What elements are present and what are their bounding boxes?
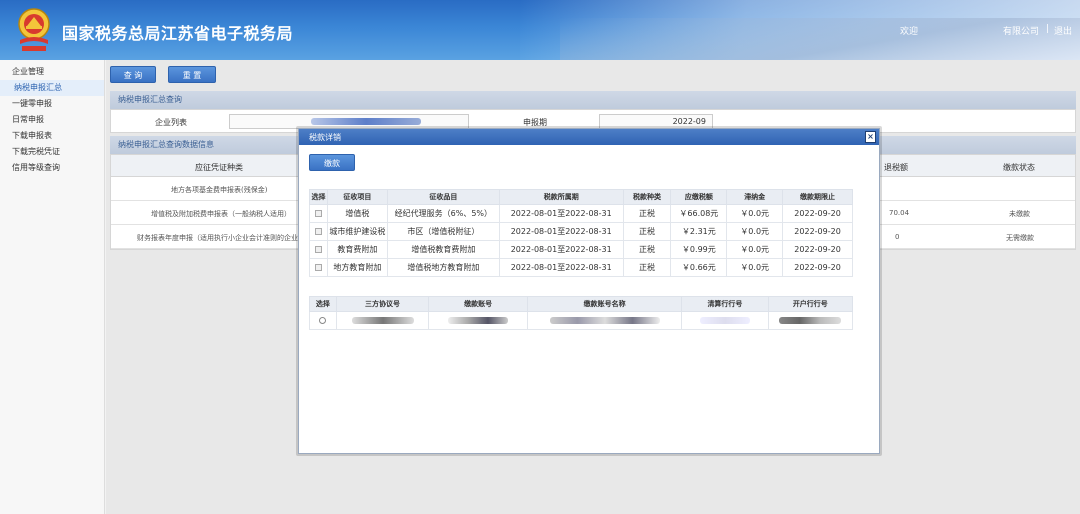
col-account-no: 缴款账号 xyxy=(428,296,528,312)
cell-late-fee: ￥0.0元 xyxy=(726,240,784,259)
status-badge: 无需缴款 xyxy=(1006,234,1034,242)
redacted-value xyxy=(779,317,842,324)
cell-sub-item: 增值税教育费附加 xyxy=(386,240,500,259)
cell-period: 2022-08-01至2022-08-31 xyxy=(498,240,624,259)
cell-deadline: 2022-09-20 xyxy=(782,258,853,277)
col-period: 税款所属期 xyxy=(498,189,624,205)
cell-item: 城市维护建设税 xyxy=(326,222,388,241)
enterprise-label: 企业列表 xyxy=(155,118,187,127)
account-table: 选择 三方协议号 缴款账号 缴款账号名称 清算行行号 开户行行号 xyxy=(309,296,854,330)
table-row[interactable]: 增值税 经纪代理服务（6%、5%） 2022-08-01至2022-08-31 … xyxy=(309,204,853,223)
redacted-value xyxy=(549,317,660,324)
site-title: 国家税务总局江苏省电子税务局 xyxy=(62,24,294,43)
tax-detail-modal: 税款详销 × 缴款 选择 征收项目 征收品目 税款所属期 税款种类 应缴税额 滞… xyxy=(298,128,880,454)
cell-amount: ￥2.31元 xyxy=(670,222,728,241)
cell-item: 地方教育附加 xyxy=(326,258,388,277)
cell-amount: ￥0.99元 xyxy=(670,240,728,259)
tax-emblem-icon xyxy=(18,8,50,51)
cell-amount: ￥0.66元 xyxy=(670,258,728,277)
sidebar-item-download-forms[interactable]: 下载申报表 xyxy=(0,128,104,144)
col-deadline: 缴款期限止 xyxy=(782,189,853,205)
status-badge: 未缴款 xyxy=(1009,210,1030,218)
col-clearing-bank: 清算行行号 xyxy=(681,296,769,312)
redacted-value xyxy=(351,317,414,324)
cell-kind: 正税 xyxy=(622,204,672,223)
table-row[interactable]: 城市维护建设税 市区（增值税附征） 2022-08-01至2022-08-31 … xyxy=(309,222,853,241)
row-checkbox[interactable] xyxy=(314,264,322,271)
sidebar-item-credit-rating[interactable]: 信用等级查询 xyxy=(0,160,104,176)
cell-amount: ￥66.08元 xyxy=(670,204,728,223)
col-agreement-no: 三方协议号 xyxy=(335,296,430,312)
modal-header: 税款详销 × xyxy=(299,129,879,145)
modal-title: 税款详销 xyxy=(309,133,341,142)
tax-table: 选择 征收项目 征收品目 税款所属期 税款种类 应缴税额 滞纳金 缴款期限止 增… xyxy=(309,189,853,277)
company-name: 有限公司 xyxy=(1003,27,1040,37)
col-late-fee: 滞纳金 xyxy=(726,189,784,205)
cell-sub-item: 市区（增值税附征） xyxy=(386,222,500,241)
col-kind: 税款种类 xyxy=(622,189,672,205)
logout-link[interactable]: 退出 xyxy=(1054,24,1072,37)
redacted-value xyxy=(448,317,509,324)
row-checkbox[interactable] xyxy=(314,228,322,235)
col-select: 选择 xyxy=(309,189,328,205)
col-account-name: 缴款账号名称 xyxy=(526,296,683,312)
sidebar-item-enterprise-management[interactable]: 企业管理 xyxy=(0,64,104,80)
col-amount: 应缴税额 xyxy=(670,189,728,205)
cell-item: 增值税 xyxy=(326,204,388,223)
row-refund: 70.04 xyxy=(889,209,910,217)
col-item: 征收项目 xyxy=(326,189,388,205)
sidebar-item-daily-declaration[interactable]: 日常申报 xyxy=(0,112,104,128)
sidebar-item-one-click-zero[interactable]: 一键零申报 xyxy=(0,96,104,112)
redacted-value xyxy=(699,317,750,324)
col-voucher-type: 应征凭证种类 xyxy=(195,163,243,172)
cell-deadline: 2022-09-20 xyxy=(782,204,853,223)
reset-button[interactable]: 重 置 xyxy=(168,66,216,83)
col-status: 缴款状态 xyxy=(1003,163,1035,172)
cell-item: 教育费附加 xyxy=(326,240,388,259)
row-name: 增值税及附加税费申报表（一般纳税人适用） xyxy=(151,210,291,218)
col-select: 选择 xyxy=(309,296,337,312)
cell-period: 2022-08-01至2022-08-31 xyxy=(498,204,624,223)
row-checkbox[interactable] xyxy=(314,210,322,217)
col-opening-bank: 开户行行号 xyxy=(767,296,854,312)
row-refund: 0 xyxy=(895,233,900,241)
query-section-title: 纳税申报汇总查询 xyxy=(110,91,1076,109)
welcome-text: 欢迎 xyxy=(900,27,919,37)
cell-deadline: 2022-09-20 xyxy=(782,222,853,241)
row-checkbox[interactable] xyxy=(314,246,322,253)
cell-late-fee: ￥0.0元 xyxy=(726,222,784,241)
col-sub-item: 征收品目 xyxy=(386,189,500,205)
cell-kind: 正税 xyxy=(622,258,672,277)
account-table-header: 选择 三方协议号 缴款账号 缴款账号名称 清算行行号 开户行行号 xyxy=(309,296,854,312)
table-row[interactable] xyxy=(309,311,854,330)
cell-sub-item: 经纪代理服务（6%、5%） xyxy=(386,204,500,223)
cell-kind: 正税 xyxy=(622,240,672,259)
query-button[interactable]: 查 询 xyxy=(110,66,156,83)
cell-late-fee: ￥0.0元 xyxy=(726,258,784,277)
cell-period: 2022-08-01至2022-08-31 xyxy=(498,258,624,277)
table-row[interactable]: 教育费附加 增值税教育费附加 2022-08-01至2022-08-31 正税 … xyxy=(309,240,853,259)
table-row[interactable]: 地方教育附加 增值税地方教育附加 2022-08-01至2022-08-31 正… xyxy=(309,258,853,277)
cell-kind: 正税 xyxy=(622,222,672,241)
top-header: 国家税务总局江苏省电子税务局 欢迎 有限公司 | 退出 xyxy=(0,0,1080,60)
cell-period: 2022-08-01至2022-08-31 xyxy=(498,222,624,241)
cell-late-fee: ￥0.0元 xyxy=(726,204,784,223)
header-separator: | xyxy=(1046,24,1050,34)
row-name: 财务报表年度申报（适用执行小企业会计准则的企业） xyxy=(137,234,305,242)
sidebar-item-declaration-summary[interactable]: 纳税申报汇总 xyxy=(0,80,104,96)
account-radio[interactable] xyxy=(319,317,327,324)
close-icon[interactable]: × xyxy=(865,131,876,143)
row-name: 地方各项基金费申报表(残保金) xyxy=(171,186,268,194)
sidebar-item-download-certificates[interactable]: 下载完税凭证 xyxy=(0,144,104,160)
tax-table-header: 选择 征收项目 征收品目 税款所属期 税款种类 应缴税额 滞纳金 缴款期限止 xyxy=(309,189,853,205)
cell-sub-item: 增值税地方教育附加 xyxy=(386,258,500,277)
sidebar: 企业管理 纳税申报汇总 一键零申报 日常申报 下载申报表 下载完税凭证 信用等级… xyxy=(0,60,105,514)
cell-deadline: 2022-09-20 xyxy=(782,240,853,259)
pay-button[interactable]: 缴款 xyxy=(309,154,355,171)
redacted-enterprise xyxy=(311,118,421,125)
great-wall-graphic xyxy=(560,18,1080,60)
